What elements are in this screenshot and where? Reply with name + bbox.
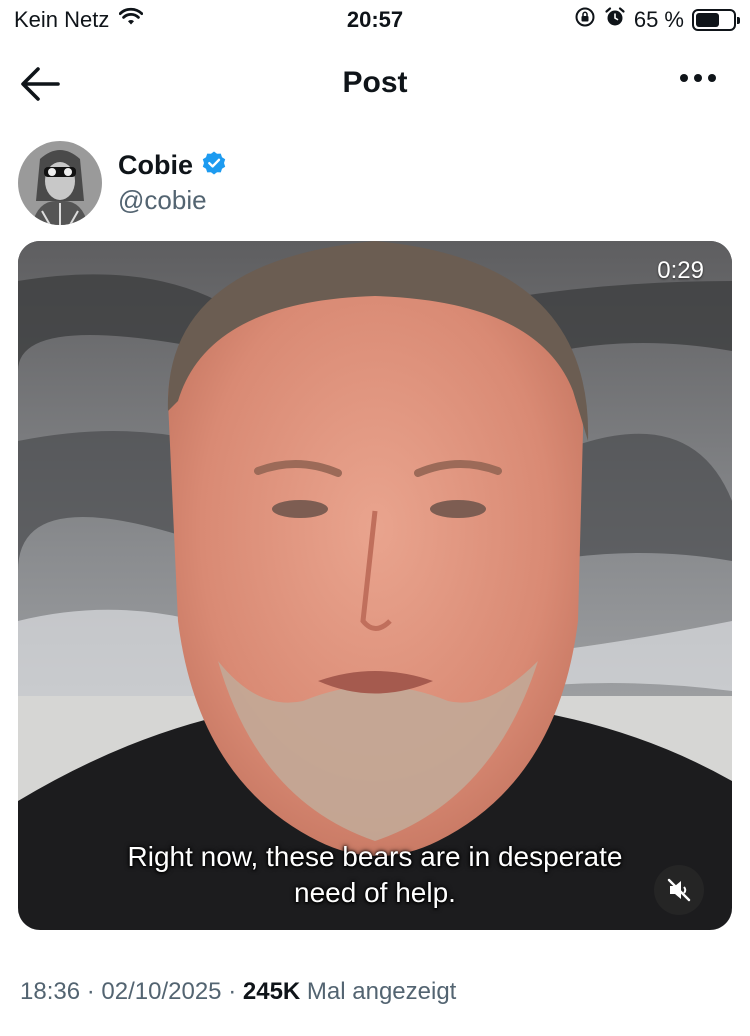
more-horizontal-icon — [680, 74, 688, 82]
meta-separator: · — [228, 978, 237, 1005]
subtitle-line-1: Right now, these bears are in desperate — [127, 841, 623, 872]
post-meta: 18:36 · 02/10/2025 · 245K Mal angezeigt — [20, 978, 456, 1006]
battery-level — [696, 13, 720, 27]
view-count[interactable]: 245K — [243, 978, 300, 1005]
video-duration: 0:29 — [657, 257, 704, 284]
back-button[interactable] — [18, 64, 64, 104]
name-row: Cobie — [118, 150, 227, 181]
view-label: Mal angezeigt — [306, 978, 457, 1005]
video-player[interactable]: 0:29 Right now, these bears are in despe… — [18, 241, 732, 930]
avatar[interactable] — [18, 141, 102, 225]
speaker-muted-icon — [667, 878, 691, 902]
battery-percent: 65 % — [633, 7, 684, 32]
author-name[interactable]: Cobie — [118, 150, 193, 181]
post-author: Cobie @cobie — [18, 141, 227, 225]
video-subtitle: Right now, these bears are in desperate … — [18, 839, 732, 911]
verified-badge-icon — [201, 150, 227, 181]
more-options-button[interactable] — [680, 74, 716, 82]
meta-separator: · — [86, 978, 95, 1005]
arrow-left-icon — [21, 67, 60, 101]
author-text: Cobie @cobie — [118, 150, 227, 216]
video-frame — [18, 241, 732, 930]
status-right: 65 % — [574, 6, 740, 34]
rotation-lock-icon — [574, 6, 596, 34]
battery-icon — [692, 9, 740, 31]
post-date: 02/10/2025 — [101, 978, 222, 1005]
status-bar: Kein Netz 20:57 65 % — [0, 0, 750, 44]
alarm-icon — [604, 6, 626, 34]
subtitle-line-2: need of help. — [294, 877, 456, 908]
mute-toggle-button[interactable] — [654, 865, 704, 915]
author-handle[interactable]: @cobie — [118, 185, 227, 216]
page-title: Post — [342, 66, 408, 99]
post-time: 18:36 — [20, 978, 81, 1005]
post-header: Post — [0, 52, 750, 116]
